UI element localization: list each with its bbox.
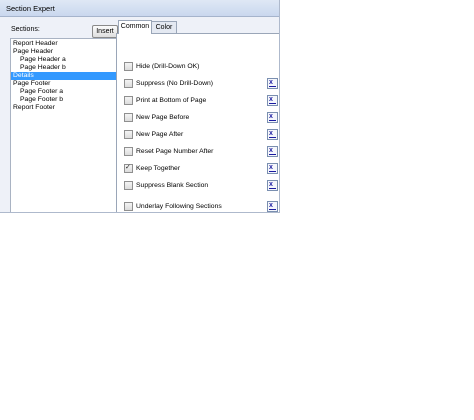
insert-button[interactable]: Insert — [92, 25, 118, 38]
tab-common[interactable]: Common — [118, 20, 152, 34]
option-checkbox[interactable] — [124, 181, 133, 190]
option-label[interactable]: Suppress Blank Section — [136, 181, 208, 190]
option-label[interactable]: New Page Before — [136, 113, 189, 122]
option-label[interactable]: New Page After — [136, 130, 183, 139]
formula-underline — [269, 209, 276, 210]
section-item-report-header[interactable]: Report Header — [11, 40, 58, 48]
option-label[interactable]: Keep Together — [136, 164, 180, 173]
option-label[interactable]: Underlay Following Sections — [136, 202, 222, 211]
formula-underline — [269, 120, 276, 121]
formula-underline — [269, 103, 276, 104]
section-item-page-footer-a[interactable]: Page Footer a — [11, 88, 63, 96]
option-label[interactable]: Hide (Drill-Down OK) — [136, 62, 199, 71]
options-tabs: Common Color Hide (Drill-Down OK) Suppres… — [116, 19, 279, 212]
formula-button[interactable]: x — [267, 95, 278, 106]
section-item-page-header-a[interactable]: Page Header a — [11, 56, 66, 64]
formula-button[interactable]: x — [267, 129, 278, 140]
option-checkbox[interactable] — [124, 96, 133, 105]
section-item-page-header[interactable]: Page Header — [11, 48, 53, 56]
check-icon: ✓ — [125, 164, 131, 171]
option-label[interactable]: Reset Page Number After — [136, 147, 213, 156]
option-checkbox[interactable] — [124, 113, 133, 122]
common-options-panel: Hide (Drill-Down OK) Suppress (No Drill-D… — [116, 33, 279, 212]
option-label[interactable]: Print at Bottom of Page — [136, 96, 206, 105]
option-checkbox[interactable]: ✓ — [124, 164, 133, 173]
formula-button[interactable]: x — [267, 146, 278, 157]
formula-button[interactable]: x — [267, 112, 278, 123]
formula-button[interactable]: x — [267, 180, 278, 191]
section-item-details[interactable]: Details — [11, 72, 117, 80]
formula-underline — [269, 86, 276, 87]
section-item-report-footer[interactable]: Report Footer — [11, 104, 55, 112]
formula-button[interactable]: x — [267, 163, 278, 174]
section-item-page-footer-b[interactable]: Page Footer b — [11, 96, 63, 104]
option-checkbox[interactable] — [124, 202, 133, 211]
sections-tree[interactable]: Report Header Page Header Page Header a Pag… — [10, 38, 120, 212]
option-checkbox[interactable] — [124, 147, 133, 156]
section-expert-window: Section Expert Sections: Insert Report H… — [0, 0, 280, 213]
option-label[interactable]: Suppress (No Drill-Down) — [136, 79, 213, 88]
sections-pane: Sections: Insert Report Header Page Heade… — [4, 19, 120, 212]
formula-underline — [269, 171, 276, 172]
formula-button[interactable]: x — [267, 201, 278, 212]
window-title: Section Expert — [6, 4, 55, 13]
title-bar: Section Expert — [0, 0, 279, 17]
formula-underline — [269, 154, 276, 155]
section-item-page-header-b[interactable]: Page Header b — [11, 64, 66, 72]
formula-underline — [269, 188, 276, 189]
option-checkbox[interactable] — [124, 62, 133, 71]
section-item-page-footer[interactable]: Page Footer — [11, 80, 50, 88]
option-checkbox[interactable] — [124, 130, 133, 139]
formula-button[interactable]: x — [267, 78, 278, 89]
option-checkbox[interactable] — [124, 79, 133, 88]
formula-underline — [269, 137, 276, 138]
sections-label: Sections: — [11, 26, 40, 33]
